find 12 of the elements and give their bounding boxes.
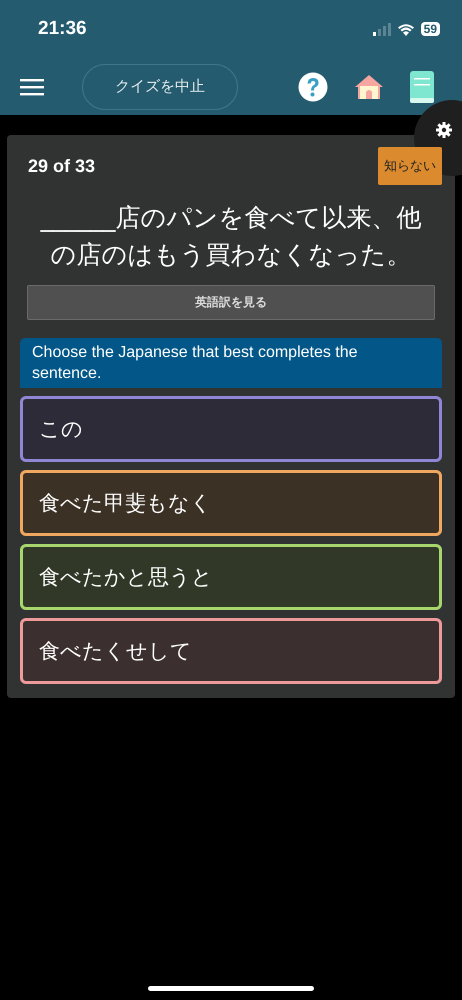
status-time: 21:36 — [38, 18, 87, 40]
translation-button[interactable]: 英語訳を見る — [27, 285, 435, 320]
instruction-banner: Choose the Japanese that best completes the sentence. — [20, 338, 442, 388]
question-text: ______店のパンを食べて以来、他の店のはもう買わなくなった。 — [39, 202, 422, 271]
answer-option[interactable]: この — [20, 396, 442, 462]
progress-counter: 29 of 33 — [28, 156, 96, 176]
stop-quiz-button[interactable]: クイズを中止 — [82, 64, 238, 110]
answer-option[interactable]: 食べたかと思うと — [20, 544, 442, 610]
answer-option[interactable]: 食べたくせして — [20, 618, 442, 684]
answer-option[interactable]: 食べた甲斐もなく — [20, 470, 442, 536]
dont-know-button[interactable]: 知らない — [378, 147, 442, 185]
battery-level: 59 — [420, 22, 440, 36]
